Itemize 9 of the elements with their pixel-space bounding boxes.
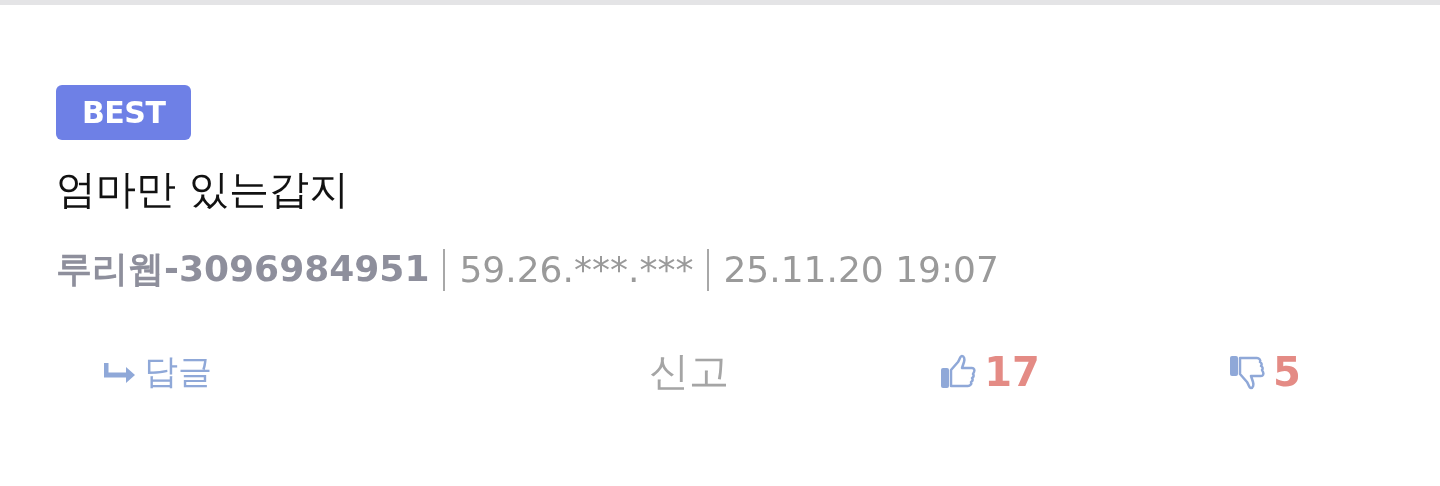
ip-address: 59.26.***.*** <box>459 249 694 290</box>
comment-date: 25.11.20 19:07 <box>723 249 999 290</box>
reply-button[interactable]: 답글 <box>104 348 212 395</box>
like-button[interactable]: 17 <box>938 348 1040 395</box>
report-button[interactable]: 신고 <box>649 344 729 399</box>
comment-text: 엄마만 있는갑지 <box>56 165 350 214</box>
best-badge: BEST <box>56 85 192 140</box>
author-name[interactable]: 루리웹-3096984951 <box>56 245 430 294</box>
dislike-button[interactable]: 5 <box>1227 348 1301 395</box>
